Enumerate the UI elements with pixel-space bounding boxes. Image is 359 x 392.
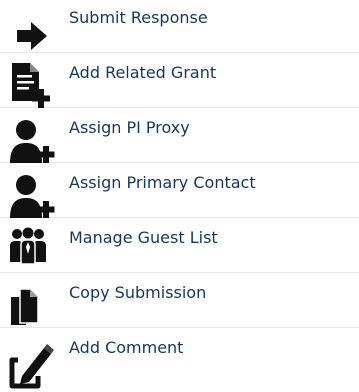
manage-guest-list-action[interactable]: Manage Guest List xyxy=(0,220,359,273)
add-comment-label[interactable]: Add Comment xyxy=(69,338,183,358)
copy-documents-icon xyxy=(8,283,60,333)
document-add-icon xyxy=(8,59,60,109)
assign-primary-contact-label[interactable]: Assign Primary Contact xyxy=(69,173,256,193)
assign-pi-proxy-action[interactable]: Assign PI Proxy xyxy=(0,110,359,163)
action-list: Submit Response Add Related Grant Assign… xyxy=(0,0,359,389)
user-add-icon xyxy=(8,118,60,168)
copy-submission-action[interactable]: Copy Submission xyxy=(0,275,359,328)
assign-pi-proxy-label[interactable]: Assign PI Proxy xyxy=(69,118,190,138)
manage-guest-list-label[interactable]: Manage Guest List xyxy=(69,228,218,248)
copy-submission-label[interactable]: Copy Submission xyxy=(69,283,206,303)
add-related-grant-label[interactable]: Add Related Grant xyxy=(69,63,216,83)
submit-response-label[interactable]: Submit Response xyxy=(69,8,208,28)
add-related-grant-action[interactable]: Add Related Grant xyxy=(0,55,359,108)
add-comment-action[interactable]: Add Comment xyxy=(0,330,359,389)
arrow-right-icon xyxy=(8,8,60,58)
assign-primary-contact-action[interactable]: Assign Primary Contact xyxy=(0,165,359,218)
group-icon xyxy=(8,224,60,274)
submit-response-action[interactable]: Submit Response xyxy=(0,0,359,53)
pen-comment-icon xyxy=(8,342,60,392)
user-add-icon xyxy=(8,173,60,223)
